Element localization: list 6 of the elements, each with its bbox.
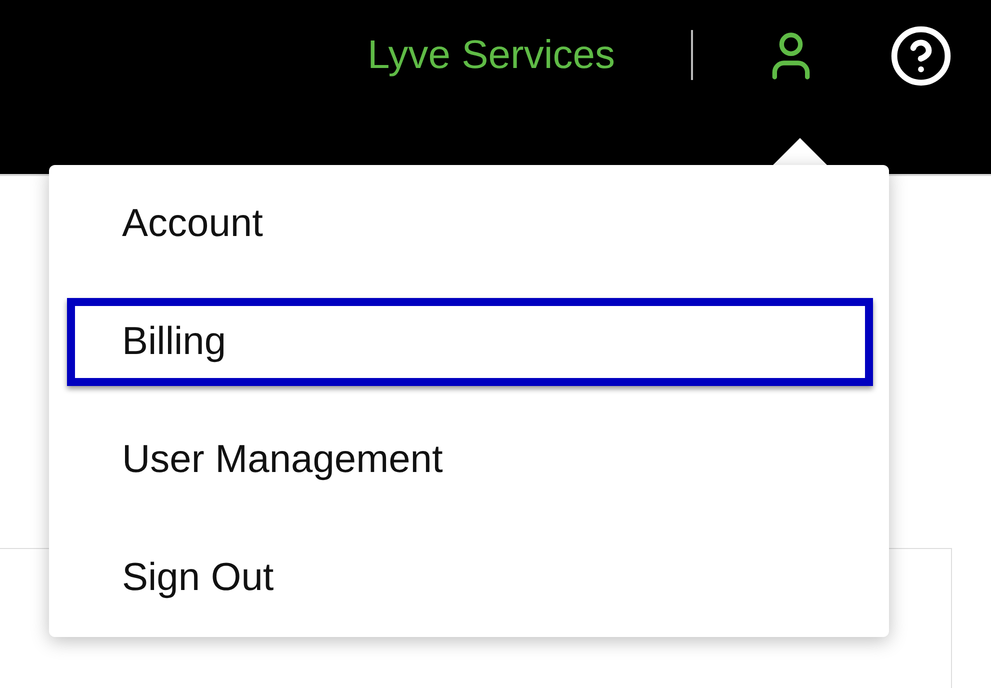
app-title: Lyve Services	[368, 32, 615, 79]
menu-item[interactable]: User Management	[49, 401, 889, 519]
menu-item[interactable]: Account	[49, 165, 889, 283]
menu-item[interactable]: Billing	[49, 283, 889, 401]
help-icon[interactable]	[889, 24, 953, 88]
menu-item[interactable]: Sign Out	[49, 519, 889, 637]
